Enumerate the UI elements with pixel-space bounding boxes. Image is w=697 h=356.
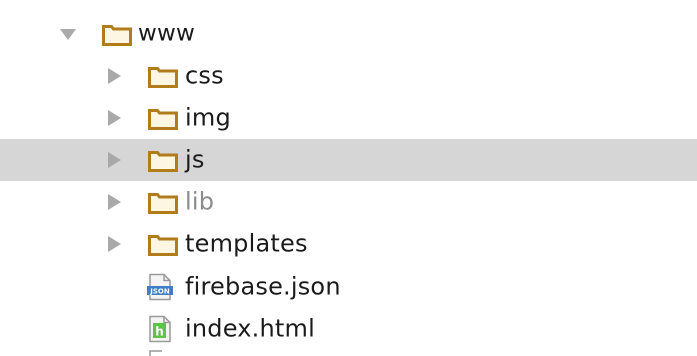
html-file-icon: h: [149, 315, 171, 343]
folder-icon: [102, 25, 132, 46]
tree-label-js: js: [185, 145, 205, 174]
folder-icon: [148, 151, 178, 172]
tree-label-templates: templates: [185, 229, 308, 258]
svg-text:JSON: JSON: [149, 288, 170, 296]
chevron-right-icon[interactable]: [104, 150, 124, 170]
tree-label-lib: lib: [185, 187, 215, 216]
tree-row-www[interactable]: www: [0, 13, 697, 55]
folder-icon: [148, 67, 178, 88]
tree-label-img: img: [185, 103, 231, 132]
json-file-icon: JSON: [147, 273, 173, 301]
tree-row-js[interactable]: js: [0, 139, 697, 181]
chevron-right-icon[interactable]: [104, 66, 124, 86]
tree-row-index-html[interactable]: h index.html: [0, 308, 697, 350]
tree-label-css: css: [185, 61, 224, 90]
tree-label-www: www: [138, 20, 196, 47]
chevron-right-icon[interactable]: [104, 192, 124, 212]
folder-icon: [148, 109, 178, 130]
chevron-down-icon[interactable]: [58, 24, 78, 44]
tree-row-lib[interactable]: lib: [0, 181, 697, 223]
tree-row-img[interactable]: img: [0, 97, 697, 139]
tree-row-templates[interactable]: templates: [0, 223, 697, 265]
project-tree: www css img js lib templates JSON fireba…: [0, 0, 697, 356]
folder-icon: [148, 193, 178, 214]
tree-row-firebase-json[interactable]: JSON firebase.json: [0, 266, 697, 308]
chevron-right-icon[interactable]: [104, 108, 124, 128]
chevron-right-icon[interactable]: [104, 234, 124, 254]
svg-text:h: h: [155, 325, 164, 339]
file-icon: [149, 350, 162, 356]
tree-label-index-html: index.html: [185, 314, 315, 343]
folder-icon: [148, 235, 178, 256]
tree-row-css[interactable]: css: [0, 55, 697, 97]
tree-label-firebase-json: firebase.json: [185, 272, 341, 301]
